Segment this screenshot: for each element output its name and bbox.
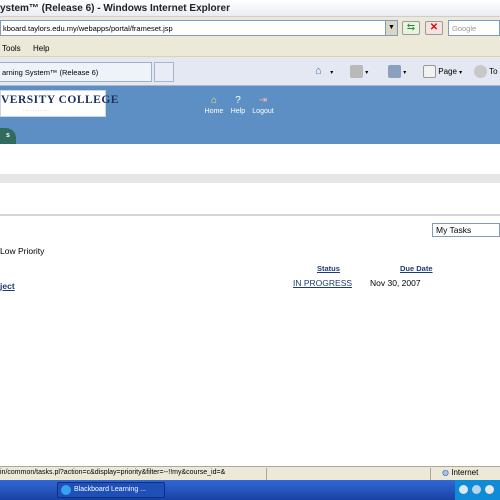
status-separator	[266, 468, 267, 480]
status-separator	[430, 468, 431, 480]
home-icon: ⌂	[315, 65, 322, 78]
status-column-header[interactable]: Status	[317, 264, 340, 273]
due-date-column-header[interactable]: Due Date	[400, 264, 433, 273]
window-title-bar: ystem™ (Release 6) - Windows Internet Ex…	[0, 0, 500, 17]
home-icon: ⌂	[210, 95, 218, 106]
nav-logout-label: Logout	[252, 108, 274, 115]
taskbar-button-label: Blackboard Learning ...	[74, 486, 146, 493]
address-input[interactable]: kboard.taylors.edu.my/webapps/portal/fra…	[0, 20, 398, 36]
browser-tab[interactable]: arning System™ (Release 6)	[0, 62, 152, 82]
new-tab-button[interactable]	[154, 62, 174, 82]
window-title: ystem™ (Release 6) - Windows Internet Ex…	[0, 3, 230, 14]
stop-icon[interactable]: ✕	[425, 21, 443, 35]
refresh-icon[interactable]: ⇆	[402, 21, 420, 35]
home-command[interactable]: ⌂ ▾	[315, 64, 333, 79]
logout-icon: ⇥	[258, 95, 268, 106]
page-icon	[423, 65, 436, 79]
windows-taskbar: Blackboard Learning ...	[0, 480, 500, 500]
nav-home[interactable]: ⌂ Home	[201, 95, 227, 115]
logo-text: VERSITY COLLEGE	[1, 94, 119, 106]
search-placeholder: Google	[452, 24, 477, 33]
priority-heading: Low Priority	[0, 246, 45, 256]
globe-icon: ◍	[442, 468, 449, 477]
task-view-select[interactable]: My Tasks	[432, 223, 500, 237]
help-icon: ?	[235, 95, 241, 106]
task-due-date: Nov 30, 2007	[370, 278, 421, 288]
tools-menu-button[interactable]: To	[474, 64, 498, 79]
address-text: kboard.taylors.edu.my/webapps/portal/fra…	[3, 24, 173, 33]
zone-label: Internet	[451, 468, 479, 477]
tools-menu-label: To	[489, 67, 498, 76]
search-input[interactable]: Google	[448, 20, 500, 36]
nav-logout[interactable]: ⇥ Logout	[250, 95, 276, 115]
printer-icon	[388, 65, 401, 79]
browser-status-bar: in/common/tasks.pl?action=c&display=prio…	[0, 466, 500, 480]
print-command[interactable]: ▾	[388, 64, 406, 79]
tray-icon[interactable]	[459, 485, 468, 494]
rss-icon	[350, 65, 363, 79]
menu-bar: Tools Help	[0, 40, 500, 57]
browser-tab-label: arning System™ (Release 6)	[2, 68, 99, 77]
taskbar-button-ie[interactable]: Blackboard Learning ...	[57, 482, 165, 498]
ie-icon	[61, 485, 71, 495]
feeds-command[interactable]: ▾	[350, 64, 368, 79]
volume-icon[interactable]	[485, 485, 494, 494]
nav-help[interactable]: ? Help	[225, 95, 251, 115]
portal-header: VERSITY COLLEGE · · · · · · · · · · · ⌂ …	[0, 86, 500, 124]
tab-command-bar: arning System™ (Release 6) ⌂ ▾ ▾ ▾ Page …	[0, 58, 500, 86]
page-content: VERSITY COLLEGE · · · · · · · · · · · ⌂ …	[0, 86, 500, 466]
gear-icon	[474, 65, 487, 79]
section-divider	[0, 174, 500, 183]
internet-zone: ◍ Internet	[442, 468, 478, 477]
status-url: in/common/tasks.pl?action=c&display=prio…	[0, 469, 226, 476]
system-tray	[455, 480, 500, 500]
nav-help-label: Help	[230, 108, 246, 115]
menu-item-tools[interactable]: Tools	[2, 44, 21, 53]
page-menu-label: Page	[438, 67, 457, 76]
task-status-link[interactable]: IN PROGRESS	[293, 278, 352, 288]
logo-subtext: · · · · · · · · · · ·	[23, 108, 49, 113]
address-bar-row: kboard.taylors.edu.my/webapps/portal/fra…	[0, 17, 500, 40]
content-rule	[0, 214, 500, 216]
tray-icon[interactable]	[472, 485, 481, 494]
task-name-link[interactable]: ject	[0, 281, 15, 291]
menu-item-help[interactable]: Help	[33, 44, 49, 53]
portal-tab-strip	[0, 124, 500, 144]
address-dropdown-icon[interactable]: ▼	[385, 21, 397, 35]
college-logo: VERSITY COLLEGE · · · · · · · · · · ·	[0, 90, 118, 117]
page-menu-button[interactable]: Page ▾	[423, 64, 462, 79]
nav-home-label: Home	[204, 108, 224, 115]
